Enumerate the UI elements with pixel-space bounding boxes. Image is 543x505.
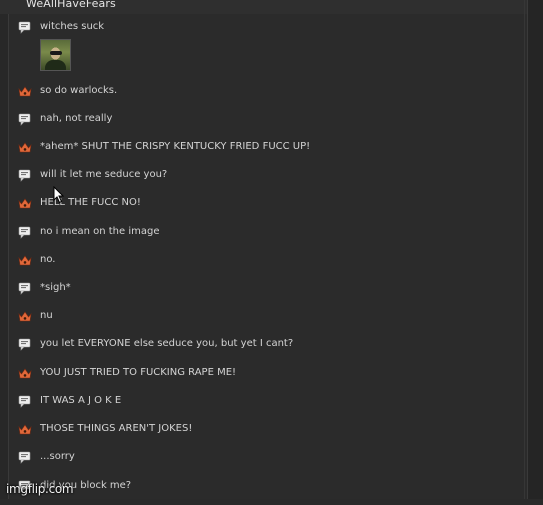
chat-message: nah, not really: [0, 112, 520, 138]
message-text: nah, not really: [40, 113, 113, 124]
crown-icon: [18, 196, 32, 210]
watermark: imgflip.com: [6, 482, 74, 496]
chat-message: witches suck: [0, 20, 520, 46]
chat-bubble-icon: [18, 337, 32, 351]
chat-bubble-icon: [18, 225, 32, 239]
crown-icon: [18, 84, 32, 98]
chat-message: YOU JUST TRIED TO FUCKING RAPE ME!: [0, 366, 520, 392]
crown-icon: [18, 253, 32, 267]
chat-message: no i mean on the image: [0, 225, 520, 251]
chat-message: HELL THE FUCC NO!: [0, 196, 520, 222]
chat-message: did you block me?: [0, 479, 520, 505]
chat-message: *sigh*: [0, 281, 520, 307]
message-text: *ahem* SHUT THE CRISPY KENTUCKY FRIED FU…: [40, 141, 311, 152]
chat-message: will it let me seduce you?: [0, 168, 520, 194]
chat-message: *ahem* SHUT THE CRISPY KENTUCKY FRIED FU…: [0, 140, 520, 166]
image-detail: [45, 60, 66, 70]
chat-message: IT WAS A J O K E: [0, 394, 520, 420]
chat-message: THOSE THINGS AREN'T JOKES!: [0, 422, 520, 448]
message-text: so do warlocks.: [40, 85, 118, 96]
message-text: nu: [40, 310, 53, 321]
message-text: you let EVERYONE else seduce you, but ye…: [40, 338, 294, 349]
message-text: no i mean on the image: [40, 226, 160, 237]
chat-message: you let EVERYONE else seduce you, but ye…: [0, 337, 520, 363]
crown-icon: [18, 140, 32, 154]
crown-icon: [18, 309, 32, 323]
message-text: will it let me seduce you?: [40, 169, 168, 180]
app-window: WeAllHaveFears witches suck so do warlock…: [0, 0, 543, 499]
message-text: YOU JUST TRIED TO FUCKING RAPE ME!: [40, 367, 237, 378]
chat-log: witches suck so do warlocks. nah, not real…: [0, 0, 543, 499]
chat-message: nu: [0, 309, 520, 335]
chat-message: no.: [0, 253, 520, 279]
chat-bubble-icon: [18, 20, 32, 34]
mouse-cursor-icon: [53, 186, 65, 204]
message-text: IT WAS A J O K E: [40, 395, 122, 406]
chat-bubble-icon: [18, 281, 32, 295]
chat-bubble-icon: [18, 168, 32, 182]
chat-bubble-icon: [18, 394, 32, 408]
message-text: no.: [40, 254, 56, 265]
message-text: witches suck: [40, 21, 105, 32]
message-text: THOSE THINGS AREN'T JOKES!: [40, 423, 193, 434]
image-detail: [50, 51, 62, 55]
message-text: *sigh*: [40, 282, 71, 293]
crown-icon: [18, 422, 32, 436]
watermark-text: imgflip.com: [6, 482, 74, 496]
chat-message: ...sorry: [0, 450, 520, 476]
chat-bubble-icon: [18, 450, 32, 464]
chat-bubble-icon: [18, 112, 32, 126]
chat-message: so do warlocks.: [0, 84, 520, 110]
message-text: ...sorry: [40, 451, 75, 462]
crown-icon: [18, 366, 32, 380]
